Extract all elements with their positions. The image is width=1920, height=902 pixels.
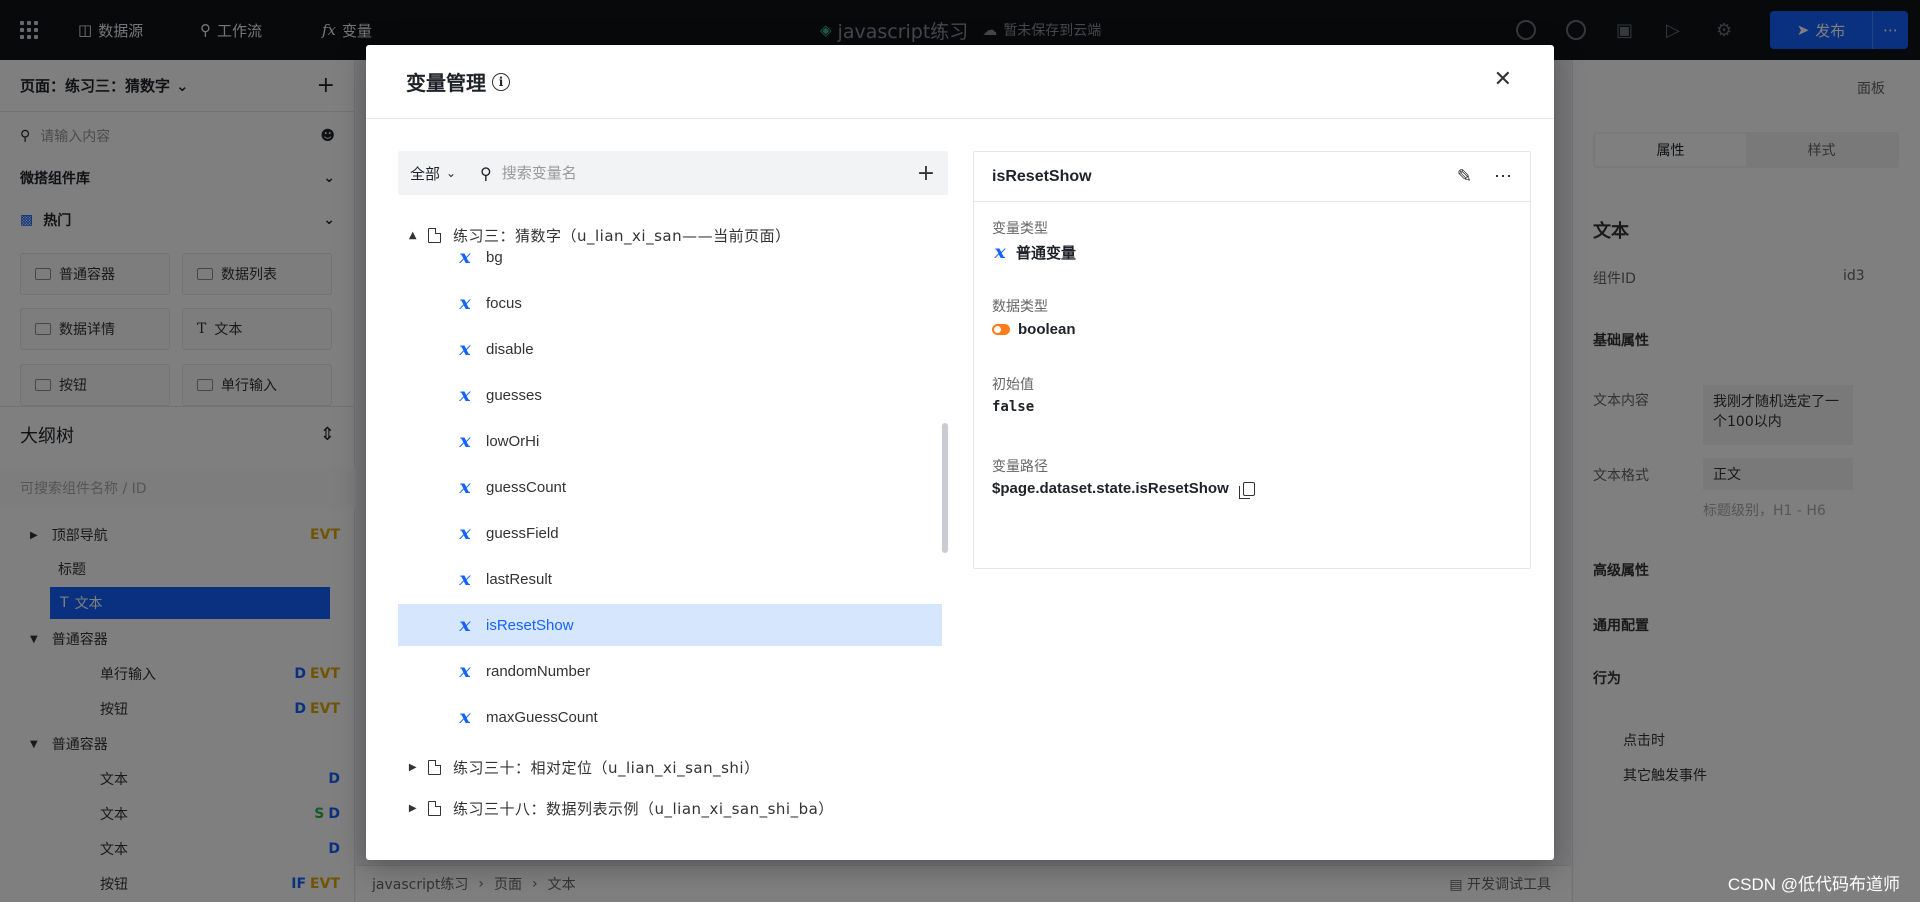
boolean-toggle-icon	[992, 324, 1010, 335]
page-group[interactable]: ▶ 练习三十：相对定位（u_lian_xi_san_shi）	[398, 747, 958, 787]
variable-x-icon: x	[459, 246, 471, 268]
variable-x-icon: x	[459, 706, 471, 728]
expand-triangle-icon[interactable]: ▶	[398, 803, 428, 814]
variable-x-icon: x	[459, 568, 471, 590]
variable-item[interactable]: x bg	[398, 236, 942, 278]
chevron-down-icon: ⌄	[445, 166, 457, 180]
variable-item[interactable]: x focus	[398, 282, 942, 324]
detail-variable-name: isResetShow	[992, 167, 1092, 185]
page-doc-icon	[428, 800, 441, 816]
expand-triangle-icon[interactable]: ▶	[398, 762, 428, 773]
variable-item[interactable]: x randomNumber	[398, 650, 942, 692]
scope-filter-select[interactable]: 全部 ⌄	[398, 151, 468, 195]
modal-header: 变量管理 i ✕	[366, 45, 1554, 119]
copy-icon[interactable]	[1238, 481, 1255, 499]
variable-search-input[interactable]	[501, 164, 882, 182]
var-path-value: $page.dataset.state.isResetShow	[992, 480, 1255, 499]
variable-x-icon: x	[459, 338, 471, 360]
variable-x-icon: x	[459, 522, 471, 544]
variable-item[interactable]: x guesses	[398, 374, 942, 416]
search-icon: ⚲	[480, 163, 492, 183]
list-scrollbar[interactable]	[942, 423, 948, 553]
variable-x-icon: x	[459, 660, 471, 682]
var-type-label: 变量类型	[992, 221, 1048, 237]
init-value: false	[992, 399, 1035, 415]
variable-item[interactable]: x maxGuessCount	[398, 696, 942, 738]
variable-item[interactable]: x lowOrHi	[398, 420, 942, 462]
variable-item-selected[interactable]: x isResetShow	[398, 604, 942, 646]
variable-x-icon: x	[994, 241, 1006, 263]
modal-title: 变量管理	[406, 71, 486, 95]
variable-x-icon: x	[459, 614, 471, 636]
data-type-value: boolean	[992, 321, 1076, 338]
variable-item[interactable]: x guessField	[398, 512, 942, 554]
variable-x-icon: x	[459, 384, 471, 406]
variable-detail-panel: isResetShow ✎ ⋯ 变量类型 x 普通变量 数据类型 boolean…	[973, 151, 1531, 569]
detail-header: isResetShow ✎ ⋯	[974, 152, 1530, 202]
more-dots-icon[interactable]: ⋯	[1494, 166, 1512, 187]
variable-item[interactable]: x disable	[398, 328, 942, 370]
close-icon[interactable]: ✕	[1494, 67, 1512, 92]
data-type-label: 数据类型	[992, 299, 1048, 315]
variable-search-bar: 全部 ⌄ ⚲ +	[398, 151, 948, 195]
variable-x-icon: x	[459, 292, 471, 314]
init-value-label: 初始值	[992, 377, 1034, 393]
variable-x-icon: x	[459, 430, 471, 452]
page-doc-icon	[428, 759, 441, 775]
variable-tree: ▲ 练习三：猜数字（u_lian_xi_san——当前页面） x bg x focu…	[398, 215, 958, 855]
var-type-value: x 普通变量	[992, 241, 1076, 263]
variable-manager-modal: 变量管理 i ✕ 全部 ⌄ ⚲ + ▲ 练习三：猜数字（u_lian_xi_sa…	[366, 45, 1554, 860]
variable-item[interactable]: x lastResult	[398, 558, 942, 600]
watermark: CSDN @低代码布道师	[1727, 875, 1900, 894]
variable-x-icon: x	[459, 476, 471, 498]
variable-item[interactable]: x guessCount	[398, 466, 942, 508]
add-variable-icon[interactable]: +	[904, 151, 948, 195]
edit-pencil-icon[interactable]: ✎	[1457, 166, 1472, 187]
var-path-label: 变量路径	[992, 459, 1048, 475]
info-icon[interactable]: i	[492, 72, 510, 91]
page-group[interactable]: ▶ 练习三十八：数据列表示例（u_lian_xi_san_shi_ba）	[398, 788, 958, 828]
